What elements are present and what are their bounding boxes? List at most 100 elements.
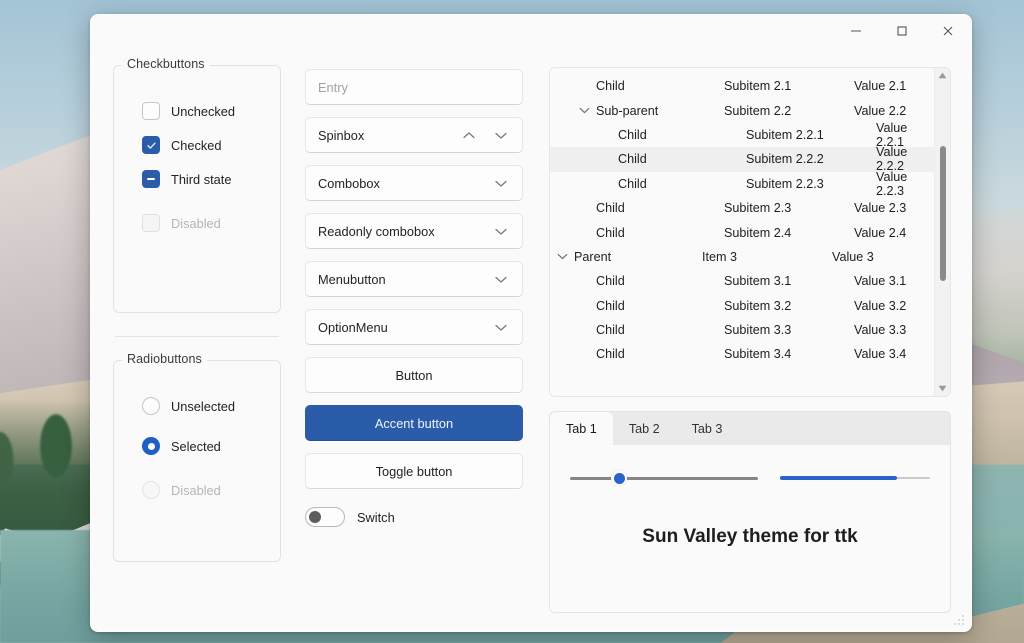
close-button[interactable] [925, 15, 971, 47]
scrollbar-track[interactable] [935, 79, 950, 385]
checkbutton-label: Third state [171, 172, 231, 187]
maximize-icon [896, 25, 908, 37]
plain-button[interactable]: Button [305, 357, 523, 393]
switch-toggle[interactable] [305, 507, 345, 527]
treeview-cell-value: Value 2.2.3 [876, 170, 934, 198]
treeview-scrollbar[interactable] [934, 68, 950, 396]
treeview-row[interactable]: Child Subitem 2.2.3Value 2.2.3 [550, 172, 934, 196]
window-body: Checkbuttons Unchecked Checked [91, 57, 971, 631]
scrollbar-thumb[interactable] [940, 146, 946, 281]
checkbutton-unchecked[interactable]: Unchecked [142, 100, 268, 122]
entry-input[interactable]: Entry [305, 69, 523, 105]
treeview-cell-value: Value 2.4 [854, 226, 934, 240]
tab-2[interactable]: Tab 2 [613, 412, 676, 445]
treeview-name-label: Child [596, 201, 625, 215]
checkbutton-third-state[interactable]: Third state [142, 168, 268, 190]
chevron-down-icon[interactable] [494, 227, 508, 236]
treeview-row[interactable]: Sub-parent Subitem 2.2Value 2.2 [550, 98, 934, 122]
chevron-down-icon[interactable] [494, 131, 508, 140]
optionmenu-label: OptionMenu [318, 320, 494, 335]
maximize-button[interactable] [879, 15, 925, 47]
treeview-cell-item: Item 3 [702, 250, 832, 264]
accent-button[interactable]: Accent button [305, 405, 523, 441]
treeview-row[interactable]: ChildSubitem 2.2.1Value 2.2.1 [550, 123, 934, 147]
treeview-row[interactable]: ChildSubitem 2.3Value 2.3 [550, 196, 934, 220]
close-icon [942, 25, 954, 37]
tab-label: Tab 3 [692, 422, 723, 436]
toggle-button-label: Toggle button [376, 464, 453, 479]
treeview-cell-item: Subitem 3.4 [724, 347, 854, 361]
radiobutton-disabled: Disabled [142, 479, 268, 501]
treeview-row[interactable]: ChildSubitem 3.1Value 3.1 [550, 269, 934, 293]
treeview-row[interactable]: ChildSubitem 3.2Value 3.2 [550, 294, 934, 318]
toggle-button[interactable]: Toggle button [305, 453, 523, 489]
treeview[interactable]: ChildSubitem 2.1Value 2.1 Sub-parent Subit… [550, 68, 934, 396]
radiobutton-unselected[interactable]: Unselected [142, 395, 268, 417]
treeview-cell-item: Subitem 2.2.3 [746, 177, 876, 191]
treeview-name-label: Child [618, 177, 647, 191]
treeview-cell-name: Child [556, 128, 746, 142]
radio-disabled-icon [142, 481, 160, 499]
treeview-row[interactable]: ChildSubitem 2.2.2Value 2.2.2 [550, 147, 934, 171]
chevron-down-icon[interactable] [494, 179, 508, 188]
chevron-down-icon[interactable] [556, 253, 569, 260]
treeview-name-label: Sub-parent [596, 104, 658, 118]
menubutton[interactable]: Menubutton [305, 261, 523, 297]
treeview-name-label: Child [596, 347, 625, 361]
minimize-button[interactable] [833, 15, 879, 47]
column-tree-and-tabs: ChildSubitem 2.1Value 2.1 Sub-parent Subit… [549, 65, 951, 613]
spinbox-value: Spinbox [318, 128, 462, 143]
treeview-cell-item: Subitem 2.2 [724, 104, 854, 118]
checkbutton-label: Unchecked [171, 104, 235, 119]
radiobuttons-frame: Radiobuttons Unselected Selected Disabl [113, 360, 281, 562]
switch-row[interactable]: Switch [305, 507, 523, 527]
chevron-up-icon[interactable] [462, 131, 476, 140]
checkbox-disabled-icon [142, 214, 160, 232]
readonly-combobox[interactable]: Readonly combobox [305, 213, 523, 249]
treeview-cell-value: Value 3.3 [854, 323, 934, 337]
tab-panel: Sun Valley theme for ttk [550, 445, 950, 612]
menubutton-label: Menubutton [318, 272, 494, 287]
readonly-combobox-value: Readonly combobox [318, 224, 494, 239]
treeview-cell-value: Value 2.2 [854, 104, 934, 118]
scale-slider[interactable] [570, 467, 758, 489]
treeview-cell-item: Subitem 3.2 [724, 299, 854, 313]
radio-unselected-icon [142, 397, 160, 415]
treeview-cell-item: Subitem 3.1 [724, 274, 854, 288]
treeview-row[interactable]: ChildSubitem 3.3Value 3.3 [550, 318, 934, 342]
spinbox[interactable]: Spinbox [305, 117, 523, 153]
treeview-cell-name: Child [556, 226, 724, 240]
treeview-row[interactable]: ChildSubitem 3.4Value 3.4 [550, 342, 934, 366]
title-bar [91, 15, 971, 57]
checkbuttons-frame: Checkbuttons Unchecked Checked [113, 65, 281, 313]
treeview-cell-name: Sub-parent [556, 104, 724, 118]
scale-handle[interactable] [611, 470, 627, 486]
accent-button-label: Accent button [375, 416, 453, 431]
scroll-up-arrow-icon[interactable] [938, 72, 947, 79]
checkbutton-checked[interactable]: Checked [142, 134, 268, 156]
tab-1[interactable]: Tab 1 [550, 412, 613, 445]
treeview-row[interactable]: ChildSubitem 2.1Value 2.1 [550, 74, 934, 98]
treeview-container: ChildSubitem 2.1Value 2.1 Sub-parent Subit… [549, 67, 951, 397]
treeview-cell-name: Child [556, 274, 724, 288]
combobox[interactable]: Combobox [305, 165, 523, 201]
treeview-name-label: Child [596, 226, 625, 240]
switch-knob-icon [309, 511, 321, 523]
column-toggles: Checkbuttons Unchecked Checked [113, 65, 281, 613]
treeview-name-label: Child [596, 274, 625, 288]
scroll-down-arrow-icon[interactable] [938, 385, 947, 392]
frames-separator [115, 336, 279, 337]
treeview-cell-name: Child [556, 177, 746, 191]
treeview-cell-name: Child [556, 323, 724, 337]
tab-3[interactable]: Tab 3 [676, 412, 739, 445]
chevron-down-icon[interactable] [494, 275, 508, 284]
optionmenu[interactable]: OptionMenu [305, 309, 523, 345]
treeview-row[interactable]: ChildSubitem 2.4Value 2.4 [550, 220, 934, 244]
chevron-down-icon[interactable] [578, 107, 591, 114]
treeview-row[interactable]: ParentItem 3Value 3 [550, 245, 934, 269]
treeview-cell-item: Subitem 2.1 [724, 79, 854, 93]
slider-row [570, 467, 930, 489]
radiobutton-selected[interactable]: Selected [142, 435, 268, 457]
resize-grip-icon[interactable] [953, 614, 965, 626]
chevron-down-icon[interactable] [494, 323, 508, 332]
